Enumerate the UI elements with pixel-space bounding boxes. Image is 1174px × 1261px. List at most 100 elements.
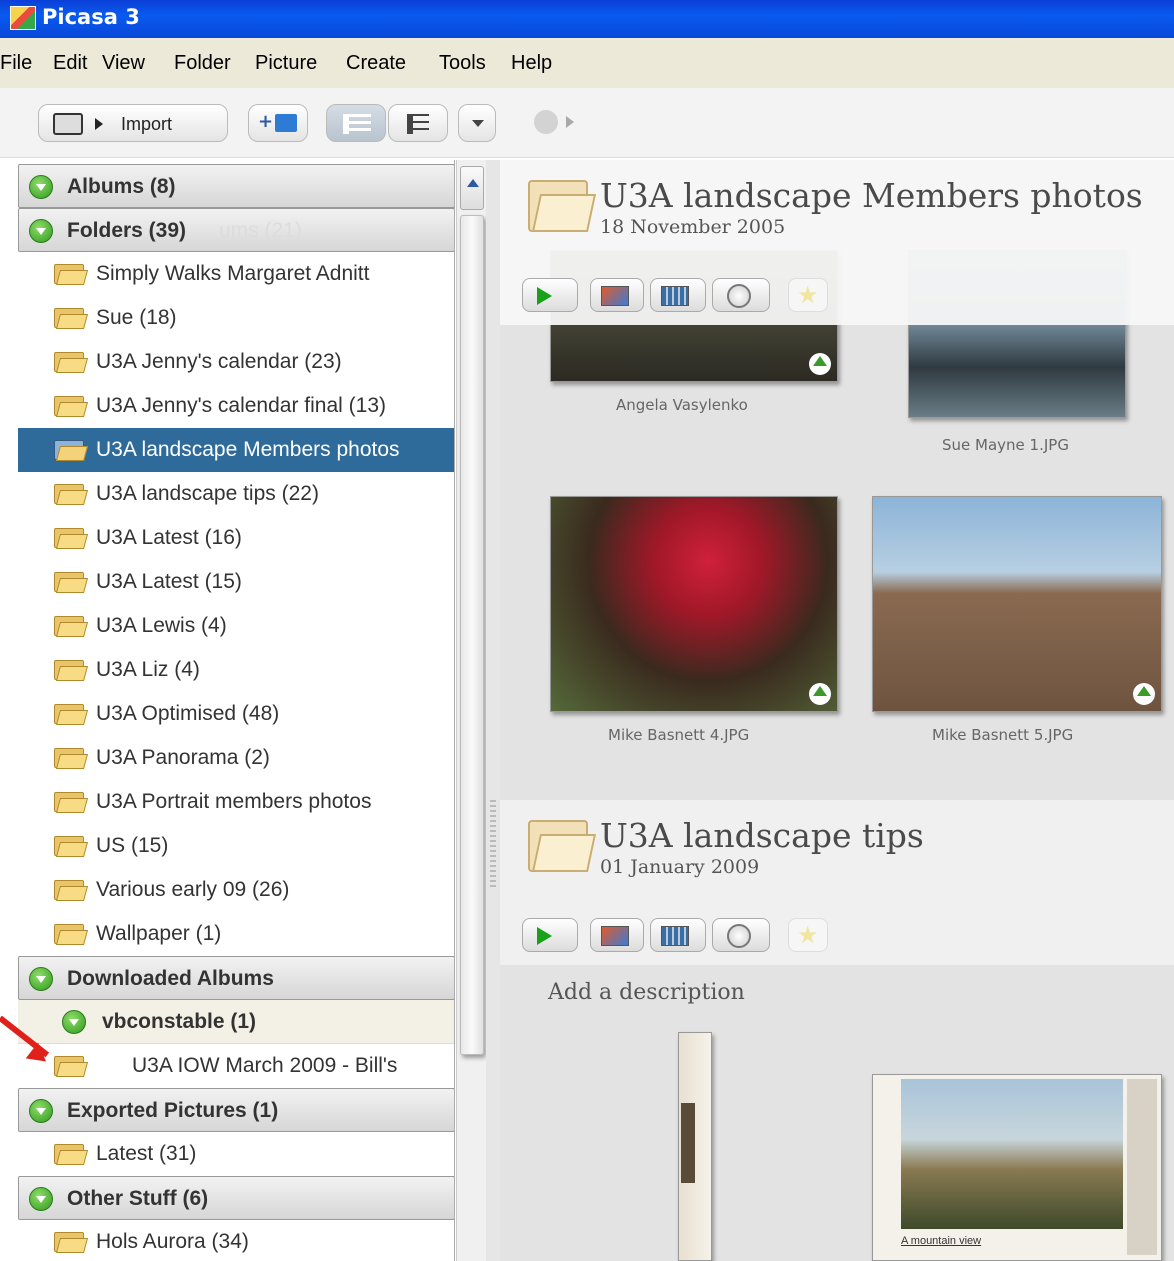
page-caption: A mountain view: [901, 1235, 982, 1247]
folder-icon: [54, 746, 89, 770]
folder-icon: [54, 658, 89, 682]
folder-item[interactable]: Wallpaper (1): [18, 912, 454, 956]
folder-item[interactable]: U3A Optimised (48): [18, 692, 454, 736]
star-button[interactable]: ★: [788, 918, 828, 952]
expand-toggle-icon[interactable]: [29, 219, 53, 243]
exported-pictures-header[interactable]: Exported Pictures (1): [18, 1088, 454, 1132]
folder-icon: [54, 790, 89, 814]
folder-item[interactable]: U3A Panorama (2): [18, 736, 454, 780]
albums-header[interactable]: Albums (8): [18, 164, 454, 208]
menu-picture[interactable]: Picture: [255, 52, 317, 75]
expand-toggle-icon[interactable]: [29, 1187, 53, 1211]
expand-toggle-icon[interactable]: [29, 175, 53, 199]
geotag-button[interactable]: [712, 278, 770, 312]
import-button[interactable]: Import: [38, 104, 228, 142]
folder-label: U3A Optimised (48): [96, 702, 280, 725]
picture-icon: [601, 926, 629, 946]
sidebar-scrollbar[interactable]: [456, 160, 486, 1261]
page-thumbnail[interactable]: A mountain view: [872, 1074, 1162, 1261]
splitter-grip[interactable]: [490, 800, 496, 890]
upload-arrow-icon: [809, 683, 831, 705]
folder-item[interactable]: Sue (18): [18, 296, 454, 340]
geotag-button[interactable]: [712, 918, 770, 952]
window-title: Picasa 3: [42, 5, 140, 29]
scroll-up-arrow-icon[interactable]: [460, 166, 484, 210]
folder-item[interactable]: Simply Walks Margaret Adnitt: [18, 252, 454, 296]
album-section-header: U3A landscape Members photos 18 November…: [500, 160, 1174, 325]
folder-item[interactable]: U3A Jenny's calendar (23): [18, 340, 454, 384]
mountain-photo: [901, 1079, 1123, 1229]
play-slideshow-button[interactable]: [522, 918, 578, 952]
tree-view-button[interactable]: [388, 104, 448, 142]
folder-icon: [54, 394, 89, 418]
expand-toggle-icon[interactable]: [29, 1099, 53, 1123]
photo-thumbnail[interactable]: [872, 496, 1162, 712]
menu-edit[interactable]: Edit: [53, 52, 87, 75]
downloaded-user-row[interactable]: vbconstable (1): [18, 1000, 454, 1044]
folder-item[interactable]: U3A Portrait members photos: [18, 780, 454, 824]
collage-button[interactable]: [590, 918, 644, 952]
play-slideshow-button[interactable]: [522, 278, 578, 312]
folder-icon: [54, 262, 89, 286]
folder-label: Wallpaper (1): [96, 922, 222, 945]
menu-file[interactable]: File: [0, 52, 32, 75]
panel-splitter[interactable]: [486, 160, 500, 1261]
folder-item[interactable]: U3A Jenny's calendar final (13): [18, 384, 454, 428]
folder-item[interactable]: U3A landscape tips (22): [18, 472, 454, 516]
folder-item-selected[interactable]: U3A landscape Members photos: [18, 428, 454, 472]
page-edge: [1127, 1079, 1157, 1255]
scrollbar-thumb[interactable]: [460, 215, 484, 1055]
photo-thumbnail[interactable]: [550, 496, 838, 712]
folder-label: U3A Panorama (2): [96, 746, 270, 769]
play-icon: [537, 927, 552, 945]
folder-item[interactable]: Latest (31): [18, 1132, 454, 1176]
folder-item[interactable]: U3A Lewis (4): [18, 604, 454, 648]
folder-item[interactable]: U3A Latest (15): [18, 560, 454, 604]
folder-icon: [54, 1054, 89, 1078]
downloaded-album-item[interactable]: U3A IOW March 2009 - Bill's: [18, 1044, 454, 1088]
menu-folder[interactable]: Folder: [174, 52, 231, 75]
folder-label: U3A Lewis (4): [96, 614, 227, 637]
page-thumbnail[interactable]: [678, 1032, 712, 1261]
expand-toggle-icon[interactable]: [29, 967, 53, 991]
album-description-field[interactable]: Add a description: [548, 980, 745, 1005]
folder-label: Sue (18): [96, 306, 177, 329]
folder-icon: [54, 306, 89, 330]
picture-icon: [601, 286, 629, 306]
folder-icon: [54, 834, 89, 858]
folder-icon: [54, 922, 89, 946]
folder-item[interactable]: US (15): [18, 824, 454, 868]
folder-label: Latest (31): [96, 1142, 197, 1165]
globe-icon: [727, 924, 751, 948]
folder-label: U3A landscape Members photos: [96, 438, 400, 461]
folder-item[interactable]: U3A Latest (16): [18, 516, 454, 560]
folder-item[interactable]: Hols Aurora (34): [18, 1220, 454, 1261]
downloaded-albums-header[interactable]: Downloaded Albums: [18, 956, 454, 1000]
folder-item[interactable]: U3A Liz (4): [18, 648, 454, 692]
folder-item[interactable]: Various early 09 (26): [18, 868, 454, 912]
other-header-label: Other Stuff (6): [67, 1187, 209, 1210]
menu-help[interactable]: Help: [511, 52, 552, 75]
add-to-album-button[interactable]: +: [248, 104, 308, 142]
menu-create[interactable]: Create: [346, 52, 406, 75]
folders-header[interactable]: Folders (39) ums (21): [18, 208, 454, 252]
people-icon[interactable]: [530, 106, 580, 140]
people-folder-icon: [54, 438, 89, 462]
movie-button[interactable]: [650, 918, 706, 952]
menu-tools[interactable]: Tools: [439, 52, 486, 75]
other-stuff-header[interactable]: Other Stuff (6): [18, 1176, 454, 1220]
folders-header-label: Folders (39): [67, 219, 187, 242]
expand-toggle-icon[interactable]: [62, 1010, 86, 1034]
collage-button[interactable]: [590, 278, 644, 312]
album-date: 01 January 2009: [600, 856, 760, 878]
photo-library-view: Angela Vasylenko Sue Mayne 1.JPG Mike Ba…: [500, 160, 1174, 1261]
star-icon: ★: [797, 921, 819, 949]
photo-caption: Mike Basnett 5.JPG: [932, 726, 1074, 744]
movie-button[interactable]: [650, 278, 706, 312]
list-view-button[interactable]: [326, 104, 386, 142]
folder-icon: [54, 878, 89, 902]
star-button[interactable]: ★: [788, 278, 828, 312]
view-dropdown-button[interactable]: [458, 104, 496, 142]
menu-view[interactable]: View: [102, 52, 145, 75]
upload-arrow-icon: [809, 353, 831, 375]
